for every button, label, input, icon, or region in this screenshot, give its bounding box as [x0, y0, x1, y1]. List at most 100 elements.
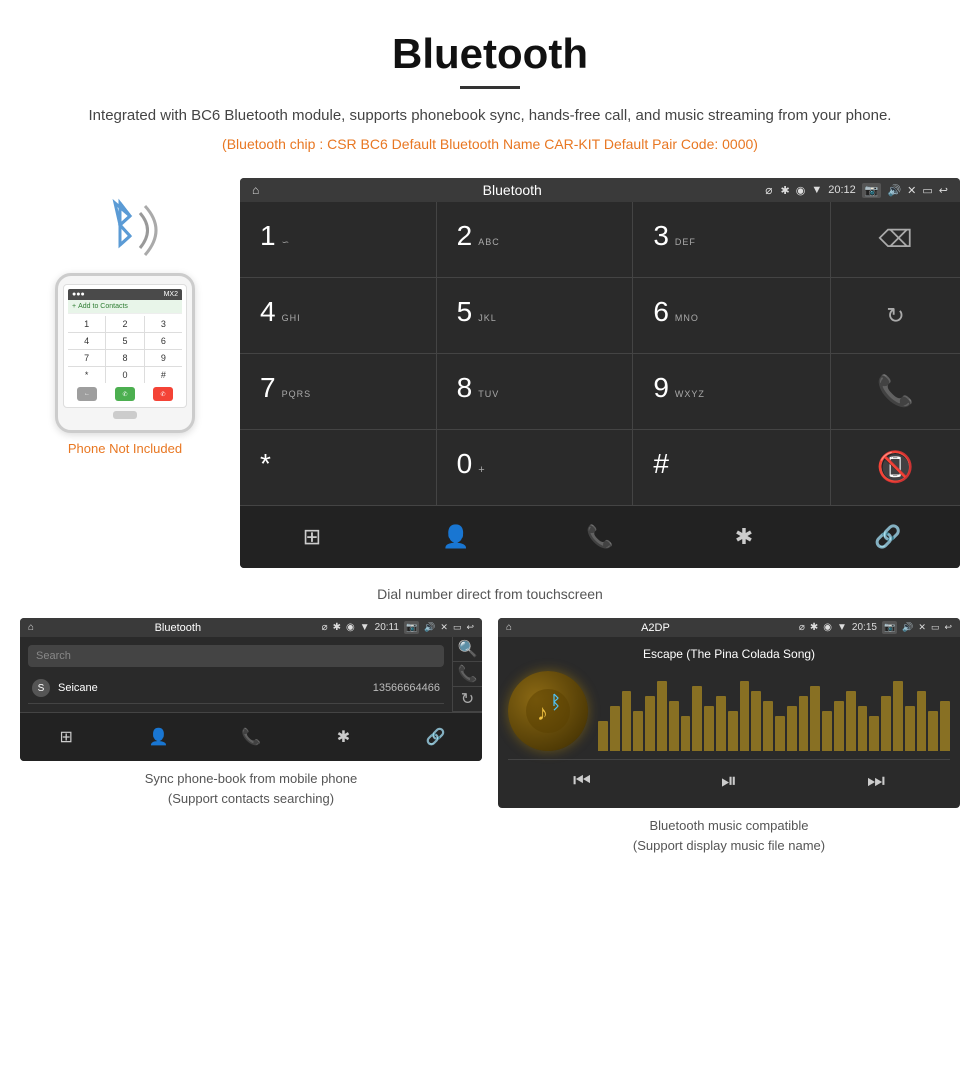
- mu-vol[interactable]: 🔊: [902, 622, 913, 633]
- search-bar[interactable]: Search: [28, 645, 444, 667]
- dial-key-5[interactable]: 5 JKL: [437, 278, 634, 353]
- mu-home-icon[interactable]: ⌂: [506, 622, 512, 633]
- phone-keypad: 1 2 3 4 5 6 7 8 9 * 0 #: [68, 316, 182, 383]
- main-content: ●●●MX2 +Add to Contacts 1 2 3 4 5 6 7 8 …: [0, 178, 980, 578]
- refresh-cell[interactable]: ↻: [831, 278, 960, 354]
- phone-key-8[interactable]: 8: [106, 350, 143, 366]
- mu-window[interactable]: ▭: [931, 622, 940, 633]
- nav-calls[interactable]: 📞: [528, 516, 672, 558]
- home-icon[interactable]: ⌂: [252, 183, 259, 197]
- waveform-bar: [681, 716, 691, 751]
- waveform-bar: [716, 696, 726, 751]
- dial-key-7[interactable]: 7 PQRS: [240, 354, 437, 429]
- refresh-icon-btn[interactable]: ↻: [453, 687, 482, 712]
- dial-key-9[interactable]: 9 WXYZ: [633, 354, 830, 429]
- location-icon: ◉: [796, 184, 806, 197]
- volume-icon[interactable]: 🔊: [887, 184, 901, 197]
- phone-btn-call[interactable]: ✆: [115, 387, 135, 401]
- dial-key-6[interactable]: 6 MNO: [633, 278, 830, 353]
- green-call-cell[interactable]: 📞: [831, 354, 960, 430]
- call-icon-btn[interactable]: 📞: [453, 662, 482, 687]
- music-controls: ⏮ ⏯ ⏭: [508, 759, 950, 798]
- pb-back[interactable]: ↩: [466, 622, 474, 633]
- refresh-icon: ↻: [886, 303, 904, 329]
- mu-time: 20:15: [852, 622, 877, 633]
- green-call-icon: 📞: [877, 374, 914, 409]
- phone-btn-back[interactable]: ←: [77, 387, 97, 401]
- phone-key-star[interactable]: *: [68, 367, 105, 383]
- phone-home-button[interactable]: [113, 411, 137, 419]
- dial-row-4: * 0 + #: [240, 430, 830, 505]
- time-display: 20:12: [828, 184, 856, 196]
- prev-button[interactable]: ⏮: [573, 770, 591, 793]
- camera-icon[interactable]: 📷: [862, 183, 882, 198]
- nav-contacts[interactable]: 👤: [384, 516, 528, 558]
- pb-vol[interactable]: 🔊: [424, 622, 435, 633]
- dial-key-4[interactable]: 4 GHI: [240, 278, 437, 353]
- search-icon-btn[interactable]: 🔍: [453, 637, 482, 662]
- main-status-bar: ⌂ Bluetooth ⌀ ✱ ◉ ▼ 20:12 📷 🔊 ✕ ▭ ↩: [240, 178, 960, 202]
- dial-key-0[interactable]: 0 +: [437, 430, 634, 505]
- mu-signal-icon: ▼: [837, 622, 847, 633]
- dial-key-3[interactable]: 3 DEF: [633, 202, 830, 277]
- waveform-bar: [799, 696, 809, 751]
- phone-add-contact: +Add to Contacts: [68, 300, 182, 314]
- mu-close[interactable]: ✕: [918, 622, 926, 633]
- phone-key-2[interactable]: 2: [106, 316, 143, 332]
- play-pause-button[interactable]: ⏯: [721, 770, 737, 793]
- window-icon[interactable]: ▭: [922, 184, 932, 197]
- pb-nav-dialpad[interactable]: ⊞: [20, 719, 112, 755]
- mu-usb-icon: ⌀: [799, 622, 805, 633]
- close-icon[interactable]: ✕: [907, 184, 916, 197]
- dial-key-2[interactable]: 2 ABC: [437, 202, 634, 277]
- phone-header: ●●●MX2: [68, 289, 182, 300]
- orange-info: (Bluetooth chip : CSR BC6 Default Blueto…: [40, 136, 940, 152]
- main-car-screen: ⌂ Bluetooth ⌀ ✱ ◉ ▼ 20:12 📷 🔊 ✕ ▭ ↩ 1 ∽: [240, 178, 960, 568]
- phonebook-content: Search S Seicane 13566664466: [20, 637, 452, 712]
- dial-key-hash[interactable]: #: [633, 430, 830, 505]
- pb-nav-calls[interactable]: 📞: [205, 719, 297, 755]
- phone-key-0[interactable]: 0: [106, 367, 143, 383]
- music-art-area: ♪: [508, 671, 950, 751]
- pb-camera[interactable]: 📷: [404, 621, 419, 634]
- mu-bt-icon: ✱: [810, 622, 818, 633]
- phone-key-6[interactable]: 6: [145, 333, 182, 349]
- phone-key-1[interactable]: 1: [68, 316, 105, 332]
- dialpad-grid: 1 ∽ 2 ABC 3 DEF 4 GHI 5 JKL 6 MNO 7 PQRS…: [240, 202, 830, 505]
- pb-window[interactable]: ▭: [453, 622, 462, 633]
- bottom-screens: ⌂ Bluetooth ⌀ ✱ ◉ ▼ 20:11 📷 🔊 ✕ ▭ ↩ Sear…: [0, 618, 980, 855]
- phone-panel: ●●●MX2 +Add to Contacts 1 2 3 4 5 6 7 8 …: [20, 178, 230, 456]
- backspace-cell[interactable]: ⌫: [831, 202, 960, 278]
- waveform-bar: [751, 691, 761, 751]
- nav-link[interactable]: 🔗: [816, 516, 960, 558]
- search-placeholder: Search: [36, 650, 71, 662]
- red-call-cell[interactable]: 📵: [831, 430, 960, 505]
- mu-back[interactable]: ↩: [944, 622, 952, 633]
- phone-key-5[interactable]: 5: [106, 333, 143, 349]
- dial-key-8[interactable]: 8 TUV: [437, 354, 634, 429]
- pb-nav-bluetooth[interactable]: ✱: [297, 719, 389, 755]
- pb-home-icon[interactable]: ⌂: [28, 622, 34, 633]
- usb-icon: ⌀: [765, 183, 772, 197]
- mu-camera[interactable]: 📷: [882, 621, 897, 634]
- pb-nav-contacts[interactable]: 👤: [112, 719, 204, 755]
- phone-key-hash[interactable]: #: [145, 367, 182, 383]
- waveform-bar: [917, 691, 927, 751]
- nav-bluetooth[interactable]: ✱: [672, 516, 816, 558]
- phone-key-3[interactable]: 3: [145, 316, 182, 332]
- waveform-bar: [858, 706, 868, 751]
- next-button[interactable]: ⏭: [867, 770, 885, 793]
- nav-dialpad[interactable]: ⊞: [240, 516, 384, 558]
- phone-btn-end[interactable]: ✆: [153, 387, 173, 401]
- back-icon[interactable]: ↩: [939, 184, 948, 197]
- phone-key-9[interactable]: 9: [145, 350, 182, 366]
- contact-row[interactable]: S Seicane 13566664466: [28, 673, 444, 704]
- pb-close[interactable]: ✕: [440, 622, 448, 633]
- dial-key-1[interactable]: 1 ∽: [240, 202, 437, 277]
- pb-nav-link[interactable]: 🔗: [390, 719, 482, 755]
- phone-key-7[interactable]: 7: [68, 350, 105, 366]
- dial-key-star[interactable]: *: [240, 430, 437, 505]
- waveform-bar: [928, 711, 938, 751]
- waveform-bar: [763, 701, 773, 751]
- phone-key-4[interactable]: 4: [68, 333, 105, 349]
